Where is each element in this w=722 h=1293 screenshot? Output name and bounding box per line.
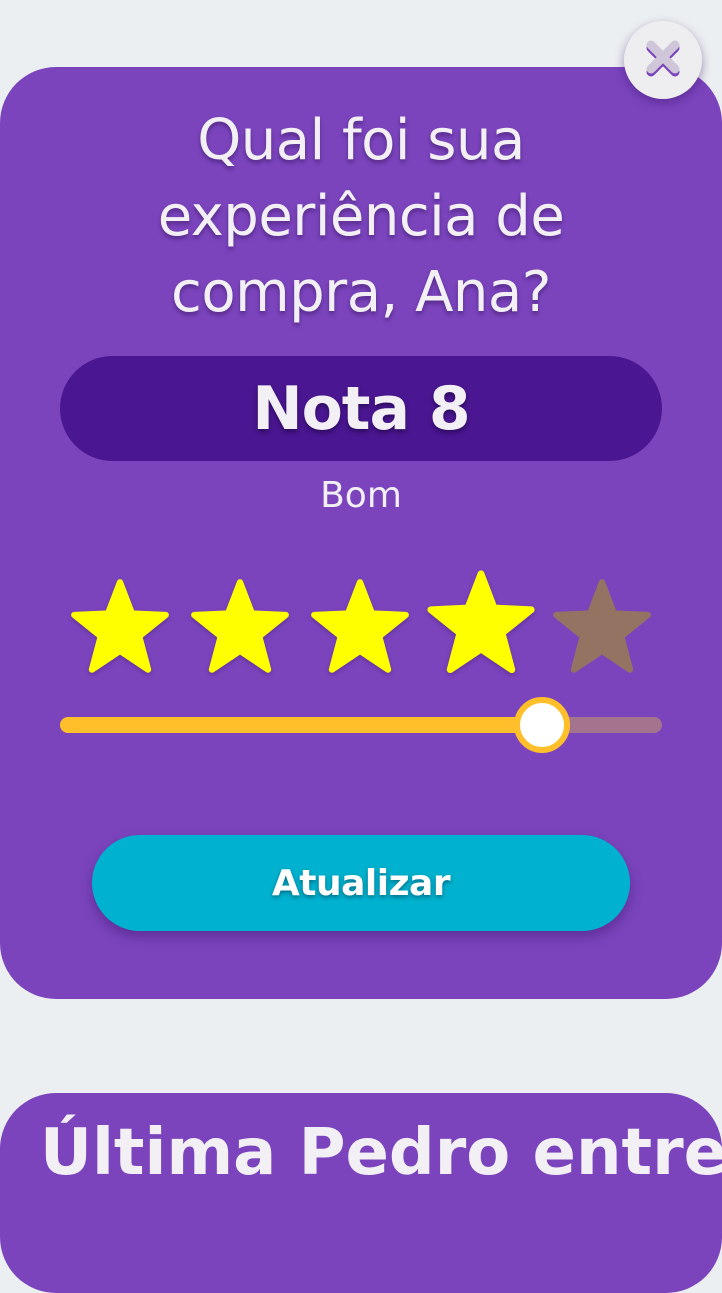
next-card: Última Pedro entre — [0, 1093, 722, 1293]
star-5-icon[interactable] — [550, 576, 654, 680]
score-badge: Nota 8 — [60, 356, 662, 461]
slider-thumb[interactable] — [514, 697, 570, 753]
score-value: Nota 8 — [252, 373, 470, 444]
close-icon — [643, 40, 683, 80]
close-button[interactable] — [624, 21, 702, 99]
star-4-icon[interactable] — [424, 567, 538, 681]
star-3-icon[interactable] — [308, 576, 412, 680]
next-card-title: Última Pedro entre — [40, 1116, 722, 1190]
survey-card: Qual foi sua experiência de compra, Ana?… — [0, 67, 722, 999]
star-2-icon[interactable] — [188, 576, 292, 680]
rating-slider[interactable] — [60, 695, 662, 755]
slider-fill — [60, 717, 542, 733]
score-label: Bom — [320, 475, 402, 516]
update-button[interactable]: Atualizar — [92, 835, 630, 931]
survey-question: Qual foi sua experiência de compra, Ana? — [157, 108, 565, 325]
star-1-icon[interactable] — [68, 576, 172, 680]
